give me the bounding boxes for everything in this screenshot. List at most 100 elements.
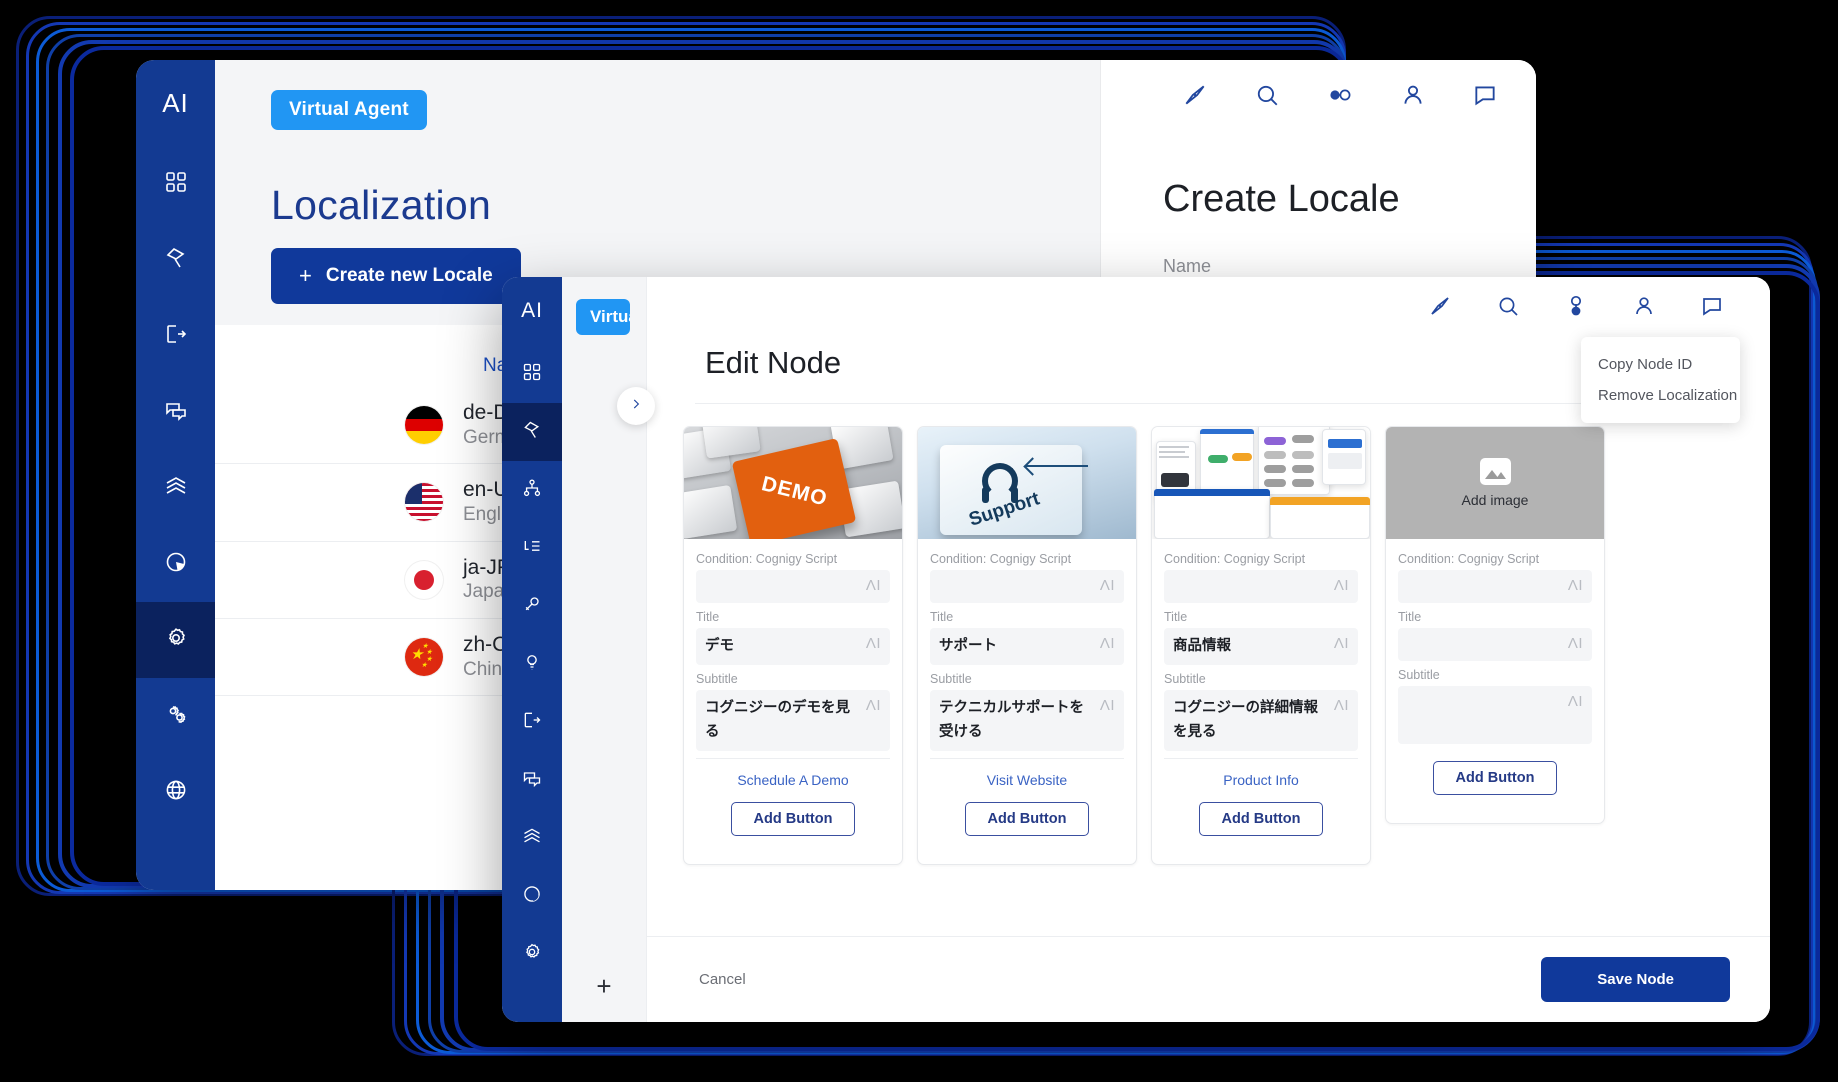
conversations-icon — [522, 768, 542, 793]
sidebar-item-flow[interactable] — [502, 403, 562, 461]
compass-icon[interactable] — [1428, 294, 1452, 323]
ai-icon: ΛI — [1567, 693, 1583, 710]
insights-icon — [522, 652, 542, 677]
dialog-footer: Cancel Save Node — [647, 936, 1770, 1022]
sidebar-rail-secondary: AI — [502, 277, 562, 1022]
sidebar-item-layers[interactable] — [136, 450, 215, 526]
ai-icon: ΛI — [1099, 697, 1115, 715]
layers-icon — [164, 474, 188, 503]
toggle-icon[interactable] — [1326, 82, 1354, 113]
title-input[interactable]: デモ ΛI — [696, 628, 890, 666]
node-context-menu: Copy Node ID Remove Localization — [1581, 337, 1740, 423]
conversations-icon — [164, 398, 188, 427]
title-label: Title — [696, 610, 720, 624]
product-screens-image[interactable] — [1152, 427, 1370, 539]
sidebar-item-insights[interactable] — [502, 635, 562, 693]
card-button-link[interactable]: Schedule A Demo — [696, 759, 890, 800]
app-logo[interactable]: AI — [502, 277, 562, 345]
virtual-agent-badge[interactable]: Virtual Agent — [271, 90, 427, 130]
add-button[interactable]: Add Button — [1432, 761, 1558, 795]
subtitle-label: Subtitle — [1164, 672, 1206, 687]
virtual-agent-badge[interactable]: Virtual Agent — [576, 299, 630, 335]
person-icon[interactable] — [1632, 294, 1656, 323]
sidebar-item-analytics[interactable] — [136, 526, 215, 602]
add-button[interactable]: Add Button — [1198, 802, 1324, 837]
edit-node-window: AI Virtu + Copy Node ID Remove Localizat… — [502, 277, 1770, 1022]
gallery-card: Condition: Cognigy Script ΛI Title 商品情報 … — [1151, 426, 1371, 866]
person-icon[interactable] — [1400, 82, 1426, 113]
sidebar-item-conversations[interactable] — [136, 374, 215, 450]
arrow-icon — [1026, 465, 1088, 467]
screenshot-stage: AI Virtual Agent Localization + Create n… — [0, 0, 1838, 1082]
card-body: Condition: Cognigy Script ΛI Title サポート … — [918, 539, 1136, 864]
app-logo[interactable]: AI — [136, 60, 215, 146]
add-button[interactable]: Add Button — [964, 802, 1090, 837]
condition-input[interactable]: ΛI — [696, 570, 890, 603]
title-input[interactable]: ΛI — [1398, 628, 1592, 661]
compass-icon[interactable] — [1182, 82, 1208, 113]
chat-icon[interactable] — [1472, 82, 1498, 113]
subtitle-label: Subtitle — [1398, 668, 1440, 682]
sidebar-item-conversations[interactable] — [502, 751, 562, 809]
support-keyboard-image[interactable]: Support — [918, 427, 1136, 539]
subtitle-input[interactable]: テクニカルサポートを受ける ΛI — [930, 690, 1124, 752]
sidebar-item-integrations[interactable] — [136, 678, 215, 754]
sidebar-item-layers[interactable] — [502, 809, 562, 867]
sidebar-item-endpoints[interactable] — [502, 693, 562, 751]
subtitle-input[interactable]: ΛI — [1398, 686, 1592, 744]
sidebar-item-hierarchy[interactable] — [502, 461, 562, 519]
card-body: Condition: Cognigy Script ΛI Title ΛI Su… — [1386, 539, 1604, 823]
subtitle-value: コグニジーのデモを見る — [705, 700, 850, 740]
sidebar-item-globe[interactable] — [136, 754, 215, 830]
demo-keyboard-image[interactable]: DEMO — [684, 427, 902, 539]
title-input[interactable]: サポート ΛI — [930, 628, 1124, 666]
save-node-button[interactable]: Save Node — [1541, 957, 1730, 1002]
add-node-button[interactable]: + — [596, 971, 611, 1002]
cancel-button[interactable]: Cancel — [699, 971, 746, 988]
card-button-link[interactable]: Product Info — [1164, 759, 1358, 800]
condition-input[interactable]: ΛI — [1164, 570, 1358, 603]
search-icon[interactable] — [1254, 82, 1280, 113]
lexicon-icon — [522, 536, 542, 561]
toggle-icon[interactable] — [1564, 293, 1588, 324]
condition-input[interactable]: ΛI — [930, 570, 1124, 603]
subtitle-input[interactable]: コグニジーのデモを見る ΛI — [696, 690, 890, 752]
subtitle-value: コグニジーの詳細情報を見る — [1173, 700, 1318, 740]
menu-item-copy-node-id[interactable]: Copy Node ID — [1581, 349, 1740, 380]
menu-item-remove-localization[interactable]: Remove Localization — [1581, 380, 1740, 411]
subtitle-input[interactable]: コグニジーの詳細情報を見る ΛI — [1164, 690, 1358, 752]
subtitle-label: Subtitle — [696, 672, 738, 687]
gallery-card: DEMO Condition: Cognigy Script ΛI Title — [683, 426, 903, 866]
ai-icon: ΛI — [1099, 577, 1115, 594]
flag-us-icon — [405, 483, 443, 522]
search-icon[interactable] — [1496, 294, 1520, 323]
card-button-link[interactable]: Visit Website — [930, 759, 1124, 800]
gear-icon — [164, 626, 188, 655]
title-input[interactable]: 商品情報 ΛI — [1164, 628, 1358, 666]
add-button-wrap: Add Button — [930, 800, 1124, 850]
sidebar-item-grid[interactable] — [502, 345, 562, 403]
sidebar-rail-primary: AI — [136, 60, 215, 890]
create-new-locale-button[interactable]: + Create new Locale — [271, 248, 521, 304]
sidebar-item-plugin[interactable] — [502, 577, 562, 635]
sidebar-item-flow[interactable] — [136, 222, 215, 298]
empty-image-placeholder[interactable]: Add image — [1386, 427, 1604, 539]
flag-jp-icon — [405, 560, 443, 599]
add-button[interactable]: Add Button — [730, 802, 856, 837]
expand-panel-button[interactable] — [617, 387, 655, 425]
logo-text: AI — [521, 299, 543, 322]
flag-cn-icon: ★ ★ ★ ★ ★ — [405, 638, 443, 677]
condition-input[interactable]: ΛI — [1398, 570, 1592, 603]
card-body: Condition: Cognigy Script ΛI Title デモ ΛI… — [684, 539, 902, 864]
sidebar-item-settings[interactable] — [502, 925, 562, 983]
ai-icon: ΛI — [1333, 577, 1349, 594]
sidebar-item-endpoints[interactable] — [136, 298, 215, 374]
logo-text: AI — [162, 87, 189, 118]
condition-label: Condition: Cognigy Script — [1164, 552, 1306, 566]
sidebar-item-lexicon[interactable] — [502, 519, 562, 577]
chat-icon[interactable] — [1700, 294, 1724, 323]
sidebar-item-settings[interactable] — [136, 602, 215, 678]
sidebar-item-analytics[interactable] — [502, 867, 562, 925]
integrations-icon — [164, 702, 188, 731]
sidebar-item-grid[interactable] — [136, 146, 215, 222]
